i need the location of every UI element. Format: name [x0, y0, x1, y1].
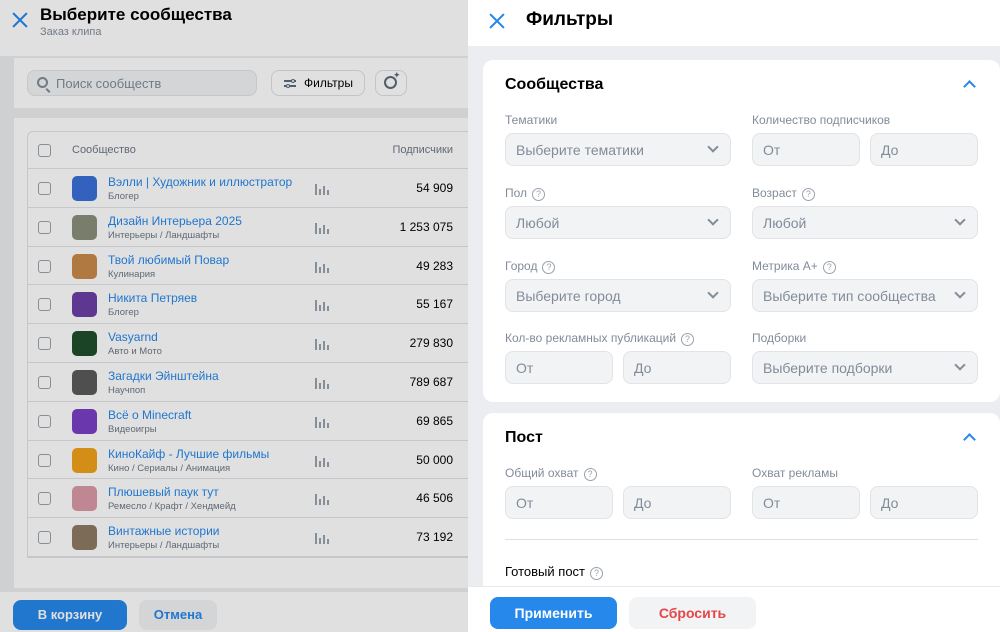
help-icon[interactable]: ? — [822, 261, 836, 274]
ad-reach-label: Охват рекламы — [752, 466, 838, 480]
metric-select[interactable]: Выберите тип сообщества — [752, 279, 978, 312]
collections-label: Подборки — [752, 331, 807, 345]
subscribers-from-input[interactable] — [752, 133, 860, 166]
gender-label: Пол? — [505, 186, 546, 201]
age-label-text: Возраст — [752, 186, 797, 200]
chevron-down-icon — [707, 214, 719, 226]
ad-publications-to-input[interactable] — [623, 351, 731, 384]
city-select-value: Выберите город — [516, 288, 621, 304]
close-icon[interactable] — [488, 12, 506, 30]
city-label: Город? — [505, 259, 556, 274]
chevron-down-icon — [954, 287, 966, 299]
topics-select[interactable]: Выберите тематики — [505, 133, 731, 166]
gender-select[interactable]: Любой — [505, 206, 731, 239]
help-icon[interactable]: ? — [590, 567, 603, 580]
collections-select[interactable]: Выберите подборки — [752, 351, 978, 384]
chevron-down-icon — [954, 214, 966, 226]
age-select[interactable]: Любой — [752, 206, 978, 239]
help-icon[interactable]: ? — [681, 333, 695, 346]
help-icon[interactable]: ? — [583, 468, 597, 481]
chevron-up-icon[interactable] — [963, 433, 976, 446]
help-icon[interactable]: ? — [801, 188, 815, 201]
filters-panel: Фильтры Сообщества Тематики Выберите тем… — [468, 0, 1000, 632]
total-reach-label: Общий охват? — [505, 466, 597, 481]
collections-select-value: Выберите подборки — [763, 360, 893, 376]
chevron-down-icon — [707, 287, 719, 299]
section-title-communities: Сообщества — [505, 76, 604, 93]
age-label: Возраст? — [752, 186, 815, 201]
total-reach-from-input[interactable] — [505, 486, 613, 519]
section-title-post: Пост — [505, 429, 543, 446]
chevron-up-icon[interactable] — [963, 80, 976, 93]
modal-overlay[interactable] — [0, 0, 468, 632]
subscribers-count-label: Количество подписчиков — [752, 113, 891, 127]
gender-select-value: Любой — [516, 215, 560, 231]
topics-select-value: Выберите тематики — [516, 142, 644, 158]
post-filter-section: Пост Общий охват? Охват рекламы Готовый … — [483, 413, 1000, 593]
panel-footer: Применить Сбросить — [468, 586, 1000, 632]
metric-label-text: Метрика A+ — [752, 259, 818, 273]
section-divider — [505, 539, 978, 540]
help-icon[interactable]: ? — [542, 261, 556, 274]
gender-label-text: Пол — [505, 186, 528, 200]
city-select[interactable]: Выберите город — [505, 279, 731, 312]
chevron-down-icon — [707, 141, 719, 153]
ready-post-label: Готовый пост? — [505, 564, 603, 580]
ready-post-label-text: Готовый пост — [505, 564, 585, 579]
ad-publications-label: Кол-во рекламных публикаций? — [505, 331, 695, 346]
topics-label: Тематики — [505, 113, 558, 127]
apply-button[interactable]: Применить — [490, 597, 617, 629]
metric-label: Метрика A+? — [752, 259, 836, 274]
communities-filter-section: Сообщества Тематики Выберите тематики Ко… — [483, 60, 1000, 402]
ad-publications-label-text: Кол-во рекламных публикаций — [505, 331, 677, 345]
metric-select-value: Выберите тип сообщества — [763, 288, 936, 304]
ad-reach-from-input[interactable] — [752, 486, 860, 519]
city-label-text: Город — [505, 259, 538, 273]
chevron-down-icon — [954, 359, 966, 371]
subscribers-to-input[interactable] — [870, 133, 978, 166]
age-select-value: Любой — [763, 215, 807, 231]
panel-title: Фильтры — [526, 9, 614, 30]
total-reach-label-text: Общий охват — [505, 466, 579, 480]
reset-button[interactable]: Сбросить — [629, 597, 756, 629]
panel-header: Фильтры — [468, 0, 1000, 46]
ad-publications-from-input[interactable] — [505, 351, 613, 384]
total-reach-to-input[interactable] — [623, 486, 731, 519]
ad-reach-to-input[interactable] — [870, 486, 978, 519]
help-icon[interactable]: ? — [532, 188, 546, 201]
